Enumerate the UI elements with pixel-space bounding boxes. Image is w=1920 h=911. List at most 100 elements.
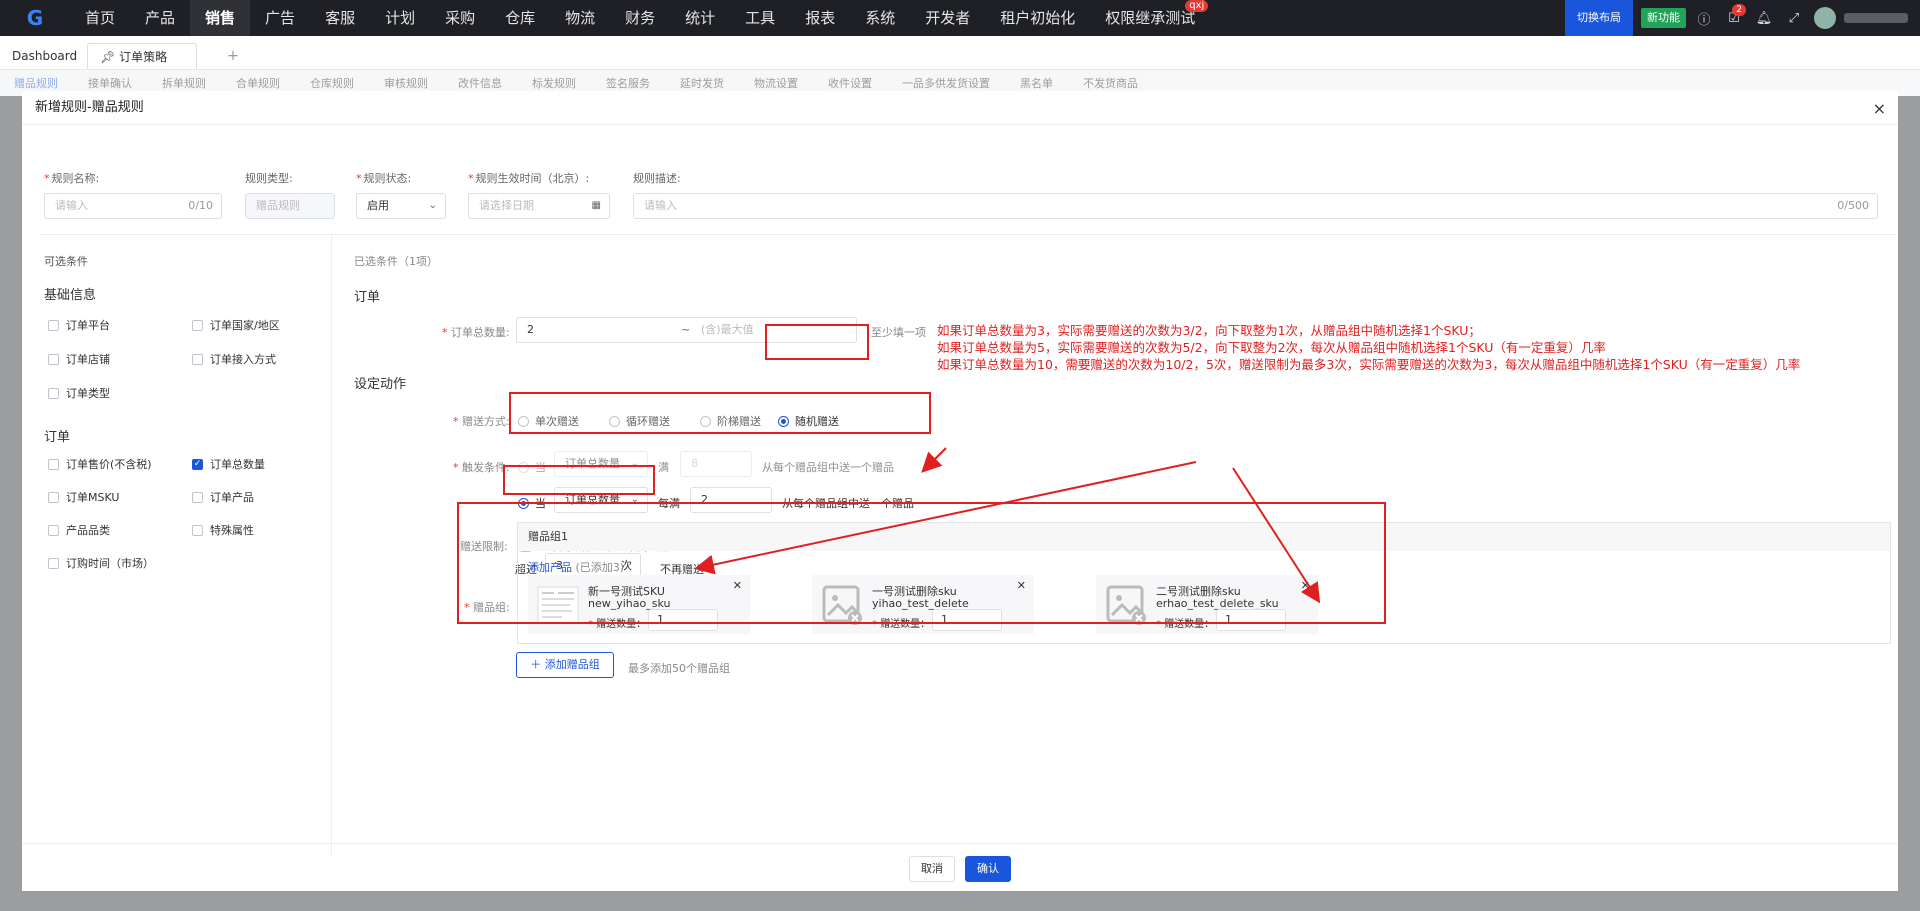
order-condition-2[interactable]: 订单MSKU	[48, 489, 119, 505]
basic-condition-2[interactable]: 订单店铺	[48, 351, 110, 367]
checkbox-icon	[192, 491, 203, 503]
rule-time-label: * 规则生效时间（北京）:	[468, 172, 590, 185]
order-group-title: 订单	[44, 430, 71, 445]
basic-condition-1[interactable]: 订单国家/地区	[192, 317, 280, 333]
highlight-random-gift	[765, 324, 869, 360]
order-section-title: 订单	[354, 290, 381, 305]
nav-item-2[interactable]: 销售	[190, 0, 251, 36]
cond1-op: 满	[658, 461, 669, 474]
rule-desc-input[interactable]: 请输入 0/500	[633, 193, 1878, 219]
subtab-6[interactable]: 改件信息	[458, 75, 502, 91]
nav-item-6[interactable]: 采购	[430, 0, 490, 36]
nav-item-4[interactable]: 客服	[310, 0, 370, 36]
top-right-actions: 切换布局 新功能 ⓘ ☑ 2 🔔︎ ⤢	[1565, 0, 1920, 36]
rule-time-picker[interactable]: 请选择日期 ▦	[468, 193, 610, 219]
nav-item-0[interactable]: 首页	[70, 0, 130, 36]
checkbox-icon	[48, 458, 59, 470]
rule-status-label: * 规则状态:	[356, 172, 412, 185]
subtab-10[interactable]: 物流设置	[754, 75, 798, 91]
cancel-button[interactable]: 取消	[909, 856, 955, 882]
gift-mode-2[interactable]: 阶梯赠送	[700, 413, 761, 429]
subtab-5[interactable]: 审核规则	[384, 75, 428, 91]
checkbox-icon	[48, 353, 59, 365]
divider	[39, 234, 1896, 235]
checkbox-label: 订单总数量	[210, 458, 265, 471]
order-condition-5[interactable]: 特殊属性	[192, 522, 254, 538]
basic-condition-4[interactable]: 订单类型	[48, 385, 110, 401]
highlight-gift-group	[457, 502, 1386, 624]
cond1-value-input[interactable]: 8	[680, 451, 752, 477]
gift-mode-label: 阶梯赠送	[717, 415, 761, 428]
tab-order-strategy[interactable]: 📌︎ 订单策略	[87, 43, 198, 69]
checkbox-icon	[48, 387, 59, 399]
nav-item-1[interactable]: 产品	[130, 0, 190, 36]
total-qty-label: * 订单总数量:	[442, 326, 510, 339]
radio-icon	[609, 415, 620, 427]
gift-mode-label: 单次赠送	[535, 415, 579, 428]
add-gift-group-button[interactable]: ＋ 添加赠品组	[516, 652, 614, 678]
close-icon[interactable]: ×	[1873, 99, 1886, 118]
subtab-8[interactable]: 签名服务	[606, 75, 650, 91]
subtab-2[interactable]: 拆单规则	[162, 75, 206, 91]
subtab-4[interactable]: 仓库规则	[310, 75, 354, 91]
switch-layout-button[interactable]: 切换布局	[1565, 0, 1633, 36]
subtab-9[interactable]: 延时发货	[680, 75, 724, 91]
selected-conditions-title: 已选条件（1项）	[354, 255, 438, 268]
nav-item-10[interactable]: 统计	[670, 0, 730, 36]
annotation-line-3: 如果订单总数量为10，需要赠送的次数为10/2，5次，赠送限制为最多3次，实际需…	[937, 357, 1801, 372]
checkbox-label: 特殊属性	[210, 524, 254, 537]
subtab-7[interactable]: 标发规则	[532, 75, 576, 91]
top-bar: G 首页 产品 销售 广告 客服 计划 采购 仓库 物流 财务 统计 工具 报表 系统 开发者 租户初始化 权限…	[0, 0, 1920, 36]
gift-mode-label: 随机赠送	[795, 415, 839, 428]
subtab-11[interactable]: 收件设置	[828, 75, 872, 91]
help-icon[interactable]: ⓘ	[1692, 6, 1716, 30]
rule-name-input[interactable]: 请输入 0/10	[44, 193, 222, 219]
basic-condition-3[interactable]: 订单接入方式	[192, 351, 276, 367]
tab-dashboard[interactable]: Dashboard	[2, 43, 87, 69]
subtab-3[interactable]: 合单规则	[236, 75, 280, 91]
rule-status-select[interactable]: 启用 ⌄	[356, 193, 446, 219]
avatar[interactable]	[1814, 7, 1836, 29]
order-condition-6[interactable]: 订购时间（市场）	[48, 555, 154, 571]
subtab-12[interactable]: 一品多供发货设置	[902, 75, 990, 91]
modal-title: 新增规则-赠品规则	[22, 91, 1898, 125]
gift-mode-label: * 赠送方式:	[453, 415, 510, 428]
basic-condition-0[interactable]: 订单平台	[48, 317, 110, 333]
app-logo[interactable]: G	[0, 0, 70, 36]
checkbox-label: 订单售价(不含税)	[66, 458, 152, 471]
nav-item-11[interactable]: 工具	[730, 0, 790, 36]
new-feature-button[interactable]: 新功能	[1641, 8, 1686, 28]
subtab-0[interactable]: 赠品规则	[14, 75, 58, 91]
gift-mode-3[interactable]: 随机赠送	[778, 413, 839, 429]
subtab-14[interactable]: 不发货商品	[1083, 75, 1138, 91]
action-section-title: 设定动作	[354, 377, 407, 392]
nav-item-9[interactable]: 财务	[610, 0, 670, 36]
nav-item-15[interactable]: 租户初始化	[985, 0, 1090, 36]
add-tab-button[interactable]: +	[217, 43, 249, 69]
confirm-button[interactable]: 确认	[965, 856, 1011, 882]
fullscreen-icon[interactable]: ⤢	[1782, 6, 1806, 30]
checkbox-label: 订单类型	[66, 387, 110, 400]
username-blurred[interactable]	[1844, 13, 1908, 23]
checkbox-label: 产品品类	[66, 524, 110, 537]
bell-icon[interactable]: 🔔︎	[1752, 6, 1776, 30]
subtab-13[interactable]: 黑名单	[1020, 75, 1053, 91]
order-condition-0[interactable]: 订单售价(不含税)	[48, 456, 152, 472]
nav-item-5[interactable]: 计划	[370, 0, 430, 36]
rule-type-input: 赠品规则	[245, 193, 335, 219]
gift-mode-1[interactable]: 循环赠送	[609, 413, 670, 429]
nav-item-16[interactable]: 权限继承测试 qxj	[1090, 0, 1210, 36]
gift-mode-0[interactable]: 单次赠送	[518, 413, 579, 429]
nav-item-8[interactable]: 物流	[550, 0, 610, 36]
nav-item-7[interactable]: 仓库	[490, 0, 550, 36]
nav-item-14[interactable]: 开发者	[910, 0, 985, 36]
task-icon[interactable]: ☑ 2	[1722, 4, 1746, 30]
checkbox-icon	[48, 491, 59, 503]
nav-item-12[interactable]: 报表	[790, 0, 850, 36]
order-condition-3[interactable]: 订单产品	[192, 489, 254, 505]
nav-item-3[interactable]: 广告	[250, 0, 310, 36]
subtab-1[interactable]: 接单确认	[88, 75, 132, 91]
order-condition-4[interactable]: 产品品类	[48, 522, 110, 538]
order-condition-1[interactable]: ✓ 订单总数量	[192, 456, 265, 472]
nav-item-13[interactable]: 系统	[850, 0, 910, 36]
